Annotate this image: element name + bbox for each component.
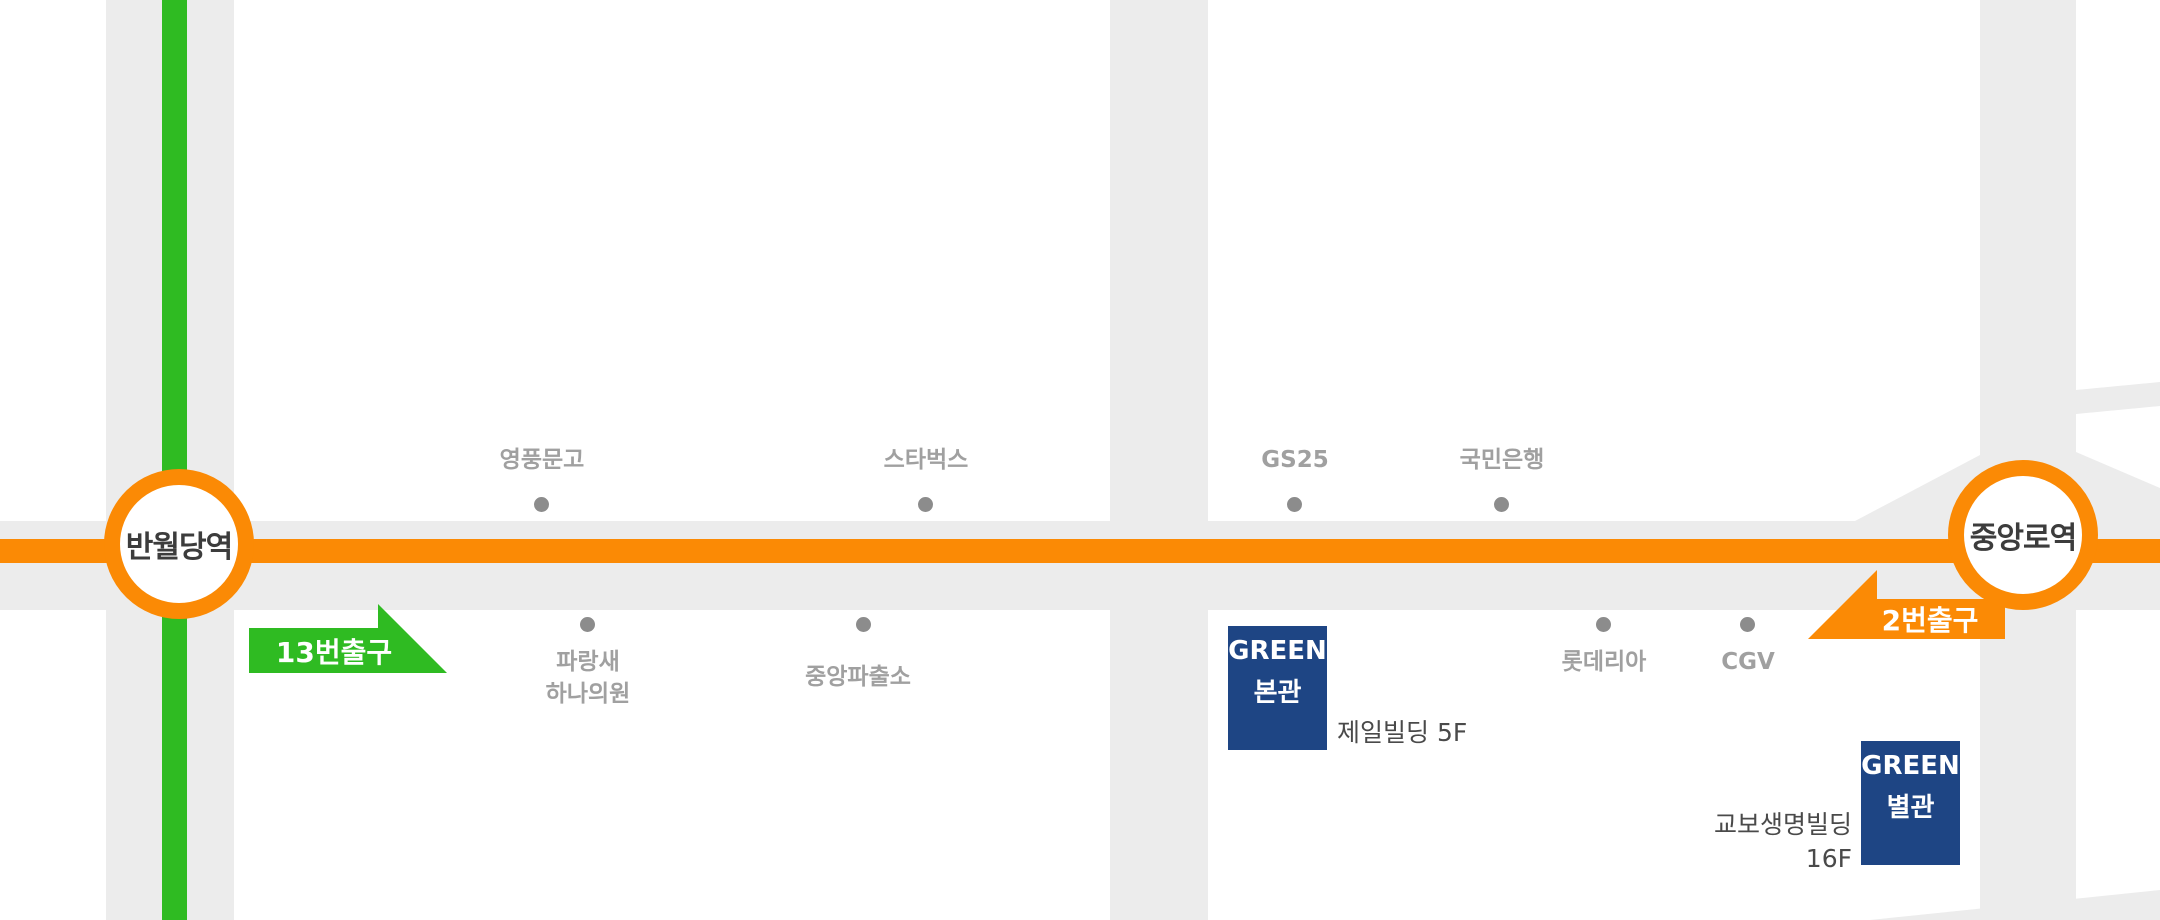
poi-dot-parangsae (580, 617, 595, 632)
subway-line-orange (0, 539, 2160, 563)
poi-dot-cgv (1740, 617, 1755, 632)
building-main-line2: 본관 (1253, 678, 1302, 708)
subway-line-green (162, 0, 187, 920)
diagonal-road-east-1 (2076, 382, 2160, 414)
poi-dot-yeongpung (534, 497, 549, 512)
exit-2-label: 2번출구 (1881, 604, 1979, 637)
poi-dot-gs25 (1287, 497, 1302, 512)
poi-label-kookmin: 국민은행 (1459, 447, 1545, 473)
station-banwoldang[interactable]: 반월당역 (104, 469, 254, 619)
map-base (0, 0, 2160, 920)
building-annex-line1: GREEN (1861, 751, 1960, 781)
building-green-main[interactable]: GREEN 본관 (1228, 626, 1327, 750)
poi-dot-kookmin (1494, 497, 1509, 512)
poi-label-gs25: GS25 (1261, 447, 1329, 473)
station-jungangno[interactable]: 중앙로역 (1948, 460, 2098, 610)
building-annex-line2: 별관 (1886, 793, 1935, 823)
poi-label-yeongpung: 영풍문고 (499, 447, 585, 473)
location-map: 반월당역 중앙로역 13번출구 2번출구 영풍문고 스타벅스 GS25 국민은행… (0, 0, 2160, 920)
poi-dot-starbucks (918, 497, 933, 512)
poi-label-parangsae: 파랑새 하나의원 (545, 649, 631, 707)
building-main-floor: 제일빌딩 5F (1337, 718, 1468, 747)
poi-dot-police (856, 617, 871, 632)
building-green-annex[interactable]: GREEN 별관 (1861, 741, 1960, 865)
poi-label-police: 중앙파출소 (805, 664, 911, 690)
poi-dot-lotteria (1596, 617, 1611, 632)
building-main-line1: GREEN (1228, 636, 1327, 666)
poi-label-starbucks: 스타벅스 (883, 447, 969, 473)
building-annex-floor: 교보생명빌딩 16F (1713, 810, 1852, 873)
poi-label-cgv: CGV (1721, 649, 1775, 675)
main-street (0, 521, 2160, 610)
exit-13-label: 13번출구 (275, 635, 393, 669)
